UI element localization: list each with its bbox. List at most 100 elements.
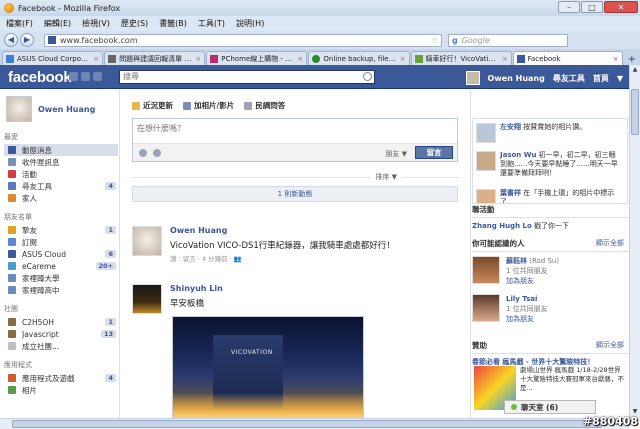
scroll-thumb[interactable] — [631, 89, 639, 135]
events-section: 聯活動 Zhang Hugh Lo 戳了你一下 — [472, 204, 628, 231]
sidebar-item-subscriptions[interactable]: 訂閱 — [4, 236, 118, 248]
ticker-item[interactable]: 葉書祥 在「手機上環」的相片中標示了... — [476, 189, 622, 203]
tab-close-icon[interactable]: × — [298, 55, 304, 63]
story-actions[interactable]: 讚 · 留言 · 4 分鐘前 · 👥 — [170, 253, 242, 263]
menu-view[interactable]: 檢視(V) — [82, 18, 110, 29]
scroll-thumb[interactable] — [12, 420, 602, 428]
address-bar[interactable]: www.facebook.com ☆ — [44, 33, 442, 47]
facebook-logo[interactable]: facebook — [8, 69, 72, 86]
story-photo[interactable]: VICOVATION — [172, 316, 364, 420]
tab-close-icon[interactable]: × — [613, 55, 619, 63]
profile-picture[interactable] — [6, 96, 32, 122]
horizontal-scrollbar[interactable] — [0, 418, 629, 429]
avatar[interactable] — [472, 256, 500, 284]
facebook-search-input[interactable]: 搜尋 — [119, 70, 375, 84]
tab-close-icon[interactable]: × — [93, 55, 99, 63]
online-dot-icon — [511, 404, 517, 410]
sidebar-item-c2h5oh[interactable]: C2H5OH 1 — [4, 316, 118, 328]
status-composer[interactable]: 在想什麼嗎？ 朋友 ▼ 留言 — [132, 118, 458, 162]
avatar[interactable] — [472, 294, 500, 322]
menu-help[interactable]: 說明(H) — [236, 18, 264, 29]
story-author[interactable]: Shinyuh Lin — [170, 284, 223, 293]
tab-close-icon[interactable]: × — [195, 55, 201, 63]
tab-add-photo[interactable]: 加相片/影片 — [183, 100, 234, 111]
avatar[interactable] — [465, 71, 480, 85]
suggestion-name[interactable]: 蘇鈺林 — [506, 257, 527, 265]
menu-edit[interactable]: 編輯(E) — [44, 18, 71, 29]
sidebar-item-close-friends[interactable]: 摯友 1 — [4, 224, 118, 236]
sidebar-item-javascript[interactable]: Javascript 13 — [4, 328, 118, 340]
menu-history[interactable]: 歷史(S) — [121, 18, 148, 29]
add-friend-button[interactable]: 加為朋友 — [506, 315, 534, 323]
new-stories-bar[interactable]: 1 則新動態 — [132, 186, 458, 202]
menu-file[interactable]: 檔案(F) — [6, 18, 33, 29]
tab-asus-cloud[interactable]: ASUS Cloud Corpora... × — [2, 51, 104, 65]
tab-facebook[interactable]: Facebook × — [512, 51, 623, 65]
tab-pchome[interactable]: PChome線上購物 - 2... × — [206, 51, 308, 65]
sidebar-item-create-group[interactable]: 成立社團... — [4, 340, 118, 352]
vertical-scrollbar[interactable]: ▲ ▼ — [629, 65, 640, 418]
friend-requests-icon[interactable] — [69, 72, 78, 81]
sidebar-item-find-friends[interactable]: 尋友工具 4 — [4, 180, 118, 192]
profile-name[interactable]: Owen Huang — [38, 105, 95, 114]
sidebar-item-apps-games[interactable]: 應用程式及遊戲 4 — [4, 372, 118, 384]
menu-tools[interactable]: 工具(T) — [198, 18, 225, 29]
maximize-button[interactable]: □ — [581, 1, 603, 13]
suggestion-name[interactable]: Lily Tsai — [506, 295, 537, 303]
tab-status-update[interactable]: 近況更新 — [132, 100, 173, 111]
mutual-friends[interactable]: 1 位共同朋友 — [506, 267, 548, 275]
messages-icon[interactable] — [81, 72, 90, 81]
sort-dropdown[interactable]: 排序 ▼ — [371, 172, 401, 182]
home-link[interactable]: 首頁 — [593, 73, 609, 84]
tab-issue-list[interactable]: 問題與建議回報清單 - ... × — [104, 51, 206, 65]
sidebar-item-events[interactable]: 活動 — [4, 168, 118, 180]
minimize-button[interactable]: – — [558, 1, 580, 13]
sidebar-item-home-highschool[interactable]: 家裡蹲高中 — [4, 284, 118, 296]
events-heading[interactable]: 聯活動 — [472, 204, 628, 218]
bookmark-star-icon[interactable]: ☆ — [431, 36, 438, 45]
tab-question[interactable]: 民調問答 — [244, 100, 285, 111]
ticker-item[interactable]: 左安翔 按贊賞她的相片讚。 — [476, 123, 622, 143]
post-button[interactable]: 留言 — [415, 146, 453, 159]
sidebar-item-family[interactable]: 家人 — [4, 192, 118, 204]
location-icon[interactable] — [153, 149, 161, 157]
sidebar-item-ecareme[interactable]: eCareme 20+ — [4, 260, 118, 272]
new-tab-button[interactable]: + — [624, 54, 640, 65]
calendar-icon — [8, 170, 16, 178]
sidebar-item-photos[interactable]: 相片 — [4, 384, 118, 396]
add-friend-button[interactable]: 加為朋友 — [506, 277, 534, 285]
sidebar-item-home-university[interactable]: 家裡蹲大學 — [4, 272, 118, 284]
close-button[interactable]: ✕ — [604, 1, 638, 13]
header-user-name[interactable]: Owen Huang — [488, 74, 545, 83]
tab-close-icon[interactable]: × — [502, 55, 508, 63]
ticker-item[interactable]: Jason Wu 初一早，初二早，初三睏到飽......今天要早點睡了.....… — [476, 151, 622, 178]
sidebar-item-messages[interactable]: 收件匣訊息 — [4, 156, 118, 168]
count-badge: 13 — [100, 330, 116, 338]
sidebar-item-asus-cloud[interactable]: ASUS Cloud 6 — [4, 248, 118, 260]
chat-bar[interactable]: 聊天室 (6) — [504, 400, 596, 414]
find-friends-link[interactable]: 尋友工具 — [553, 73, 585, 84]
profile-block[interactable]: Owen Huang — [6, 96, 118, 122]
account-menu-arrow-icon[interactable]: ▼ — [617, 74, 623, 83]
notifications-icon[interactable] — [93, 72, 102, 81]
tag-people-icon[interactable] — [139, 149, 147, 157]
sponsored-see-all[interactable]: 顯示全部 — [596, 340, 624, 350]
avatar[interactable] — [132, 284, 162, 314]
mutual-friends[interactable]: 1 位共同朋友 — [506, 305, 548, 313]
scroll-up-icon[interactable]: ▲ — [631, 66, 639, 75]
tab-online-backup[interactable]: Online backup, file sy... × — [308, 51, 410, 65]
question-icon — [244, 101, 253, 110]
tab-vicovation[interactable]: 騎車好行！VicoVatio... × — [410, 51, 512, 65]
audience-selector[interactable]: 朋友 ▼ — [385, 149, 407, 159]
search-box[interactable]: g Google — [448, 33, 568, 47]
forward-button[interactable]: ▶ — [20, 33, 34, 47]
sidebar-item-news-feed[interactable]: 動態消息 — [4, 144, 118, 156]
story-author[interactable]: Owen Huang — [170, 226, 227, 235]
tab-close-icon[interactable]: × — [400, 55, 406, 63]
search-icon[interactable] — [363, 72, 372, 81]
menu-bookmarks[interactable]: 書籤(B) — [159, 18, 187, 29]
avatar[interactable] — [132, 226, 162, 256]
pymk-see-all[interactable]: 顯示全部 — [596, 238, 624, 248]
back-button[interactable]: ◀ — [4, 33, 18, 47]
poke-text[interactable]: Zhang Hugh Lo 戳了你一下 — [472, 221, 628, 231]
